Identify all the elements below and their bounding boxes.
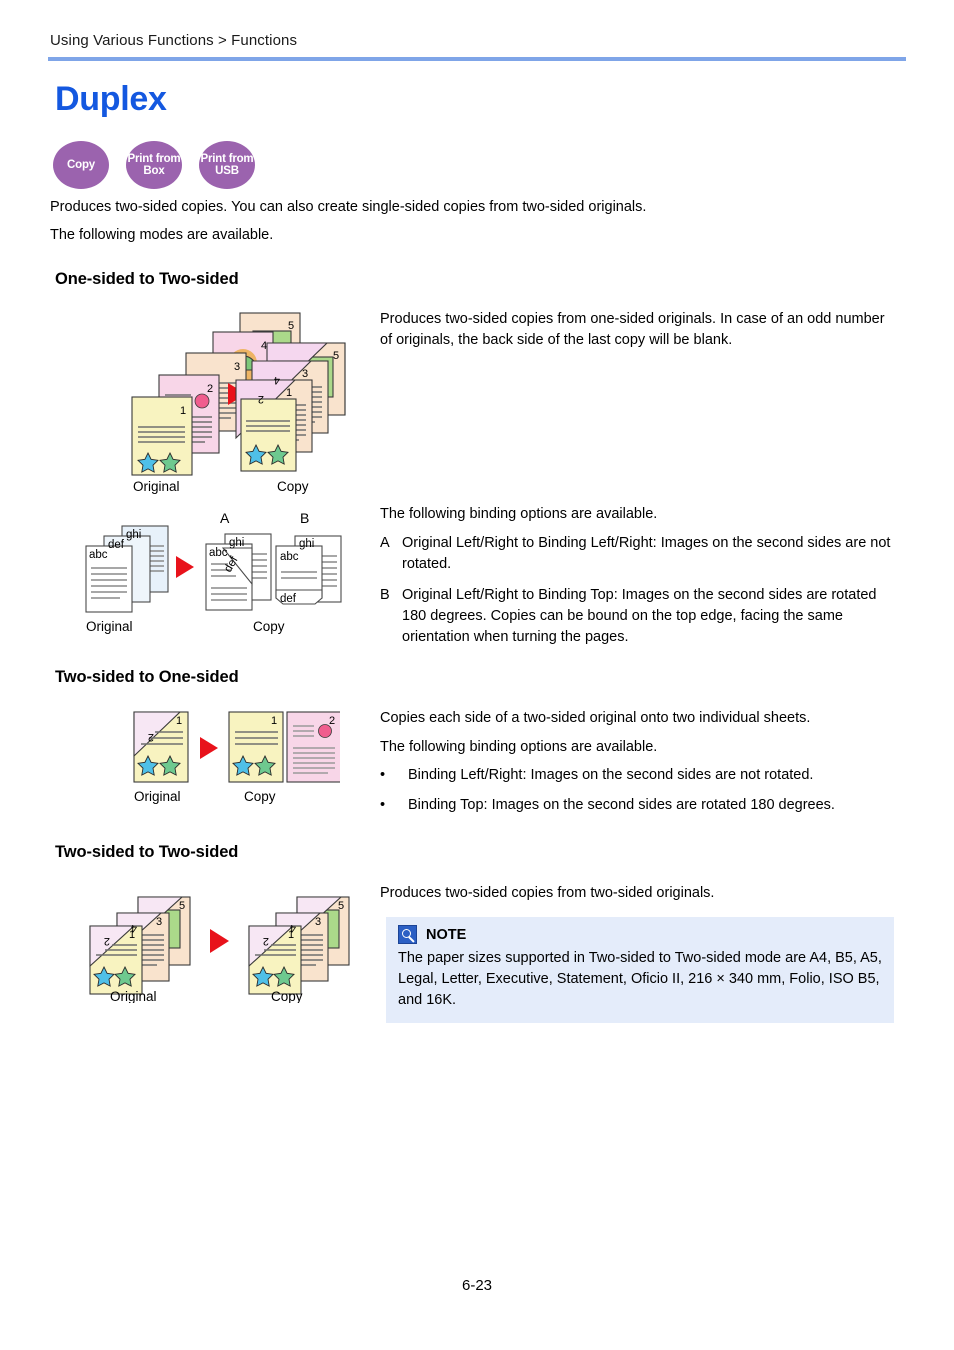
figure4-original-caption: Original [110, 989, 157, 1003]
figure1-original-caption: Original [133, 479, 180, 494]
svg-text:1: 1 [271, 715, 277, 727]
bullet-mark: • [380, 797, 386, 813]
bullet-mark: • [380, 767, 386, 783]
svg-text:5: 5 [179, 900, 185, 912]
figure2-copy-caption: Copy [253, 619, 285, 634]
svg-text:2: 2 [258, 393, 264, 405]
svg-text:2: 2 [329, 715, 335, 727]
figure4-copy-caption: Copy [271, 989, 303, 1003]
svg-text:ghi: ghi [299, 538, 314, 550]
binding-option-b-text: Original Left/Right to Binding Top: Imag… [402, 587, 877, 645]
svg-text:B: B [300, 512, 309, 526]
badge-copy: Copy [53, 141, 109, 189]
note-body: The paper sizes supported in Two-sided t… [398, 950, 882, 1008]
bullet-item-1: • Binding Left/Right: Images on the seco… [380, 765, 902, 786]
svg-text:4: 4 [290, 922, 296, 934]
note-box: NOTE The paper sizes supported in Two-si… [386, 917, 894, 1023]
svg-text:abc: abc [280, 551, 299, 563]
bullet-item-2: • Binding Top: Images on the second side… [380, 795, 902, 816]
svg-text:3: 3 [156, 916, 162, 928]
binding-option-a: A Original Left/Right to Binding Left/Ri… [380, 533, 902, 575]
svg-text:ghi: ghi [126, 529, 141, 541]
svg-text:4: 4 [131, 922, 137, 934]
svg-text:2: 2 [263, 935, 269, 947]
magnifier-icon [398, 925, 417, 944]
svg-text:4: 4 [261, 340, 267, 352]
breadcrumb: Using Various Functions > Functions [50, 32, 298, 49]
figure-two-sided-to-two-sided: 5 3 1 4 2 5 3 1 4 2 Original Copy [89, 896, 350, 1003]
svg-text:3: 3 [302, 368, 308, 380]
badge-print-from-usb: Print from USB [199, 141, 255, 189]
note-header: NOTE [398, 925, 882, 944]
binding-option-a-text: Original Left/Right to Binding Left/Righ… [402, 535, 891, 572]
figure1-copy-caption: Copy [277, 479, 309, 494]
svg-text:1: 1 [176, 715, 182, 727]
heading-two-sided-to-one-sided: Two-sided to One-sided [55, 668, 239, 686]
svg-text:1: 1 [286, 387, 292, 399]
heading-one-sided-to-two-sided: One-sided to Two-sided [55, 270, 239, 288]
heading-two-sided-to-two-sided: Two-sided to Two-sided [55, 843, 239, 861]
svg-text:5: 5 [338, 900, 344, 912]
figure3-copy-caption: Copy [244, 789, 276, 804]
svg-text:2: 2 [104, 935, 110, 947]
binding-option-a-key: A [380, 535, 390, 551]
figure3-original-caption: Original [134, 789, 181, 804]
figure-one-sided-to-two-sided: 5 4 3 2 1 5 3 1 4 2 Original Copy [131, 312, 346, 494]
two-to-one-binding-intro: The following binding options are availa… [380, 739, 658, 755]
svg-text:2: 2 [207, 383, 213, 395]
svg-text:5: 5 [333, 350, 339, 362]
figure-binding-options: ghi def abc ghi abc def A B ghi abc def … [85, 512, 342, 634]
svg-text:abc: abc [209, 547, 228, 559]
bullet-item-1-text: Binding Left/Right: Images on the second… [408, 767, 814, 783]
svg-text:3: 3 [315, 916, 321, 928]
figure-two-sided-to-one-sided: 1 2 1 2 Original Copy [133, 711, 340, 804]
intro-paragraph-2: The following modes are available. [50, 227, 274, 243]
function-badges: Copy Print from Box Print from USB [53, 141, 255, 189]
note-title: NOTE [426, 926, 467, 943]
svg-text:def: def [280, 593, 297, 605]
svg-text:1: 1 [180, 405, 186, 417]
page-title: Duplex [55, 80, 167, 118]
two-to-one-description: Copies each side of a two-sided original… [380, 710, 811, 726]
page-number: 6-23 [461, 1277, 493, 1294]
two-to-two-description: Produces two-sided copies from two-sided… [380, 885, 715, 901]
svg-text:3: 3 [234, 361, 240, 373]
svg-text:abc: abc [89, 549, 108, 561]
svg-text:5: 5 [288, 320, 294, 332]
binding-option-b: B Original Left/Right to Binding Top: Im… [380, 585, 902, 648]
bullet-item-2-text: Binding Top: Images on the second sides … [408, 797, 835, 813]
badge-print-from-box: Print from Box [126, 141, 182, 189]
document-page: Using Various Functions > Functions Dupl… [0, 0, 954, 1350]
svg-text:A: A [220, 512, 230, 526]
header-divider [48, 57, 906, 61]
figure2-original-caption: Original [86, 619, 133, 634]
svg-text:4: 4 [274, 374, 280, 386]
svg-text:ghi: ghi [229, 537, 244, 549]
one-to-two-description: Produces two-sided copies from one-sided… [380, 311, 885, 348]
svg-text:2: 2 [148, 731, 154, 743]
svg-text:def: def [108, 539, 125, 551]
two-to-one-bullets: • Binding Left/Right: Images on the seco… [380, 765, 902, 825]
binding-options-list: A Original Left/Right to Binding Left/Ri… [380, 533, 902, 658]
binding-option-b-key: B [380, 587, 390, 603]
one-to-two-binding-intro: The following binding options are availa… [380, 506, 658, 522]
intro-paragraph-1: Produces two-sided copies. You can also … [50, 199, 647, 215]
